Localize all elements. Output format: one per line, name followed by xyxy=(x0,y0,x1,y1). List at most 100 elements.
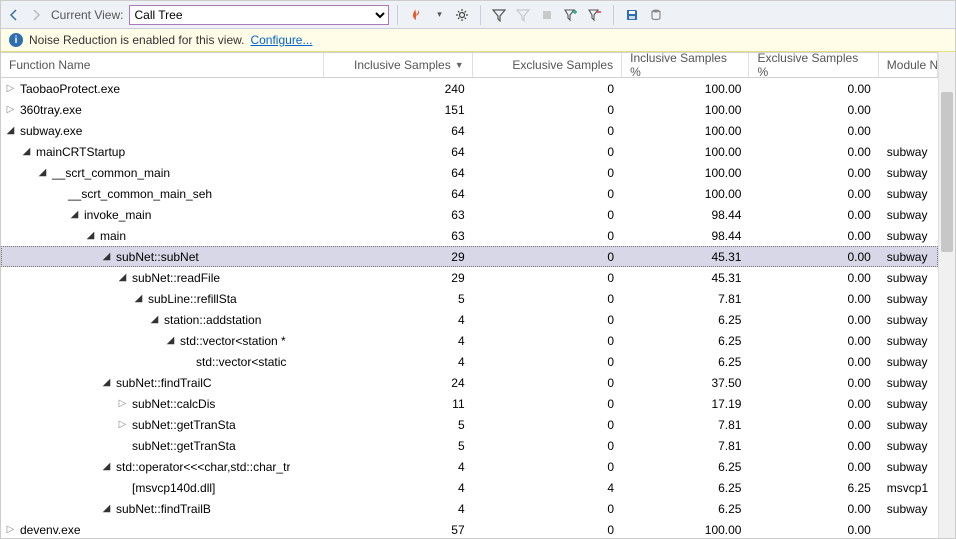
expander-open-icon[interactable]: ◢ xyxy=(37,167,48,178)
module-name: subway xyxy=(879,250,938,264)
expander-closed-icon[interactable]: ▷ xyxy=(117,398,128,409)
expander-closed-icon[interactable]: ▷ xyxy=(5,104,16,115)
save-icon xyxy=(625,8,639,22)
current-view-select[interactable]: Call Tree xyxy=(129,5,389,25)
expander-closed-icon[interactable]: ▷ xyxy=(5,83,16,94)
expander-closed-icon[interactable]: ▷ xyxy=(117,419,128,430)
nav-back-button[interactable] xyxy=(5,6,23,24)
expander-open-icon[interactable]: ◢ xyxy=(101,461,112,472)
inclusive-samples: 64 xyxy=(324,145,473,159)
expander-open-icon[interactable]: ◢ xyxy=(117,272,128,283)
tree-row[interactable]: ◢subNet::findTrailB406.250.00subway xyxy=(1,498,938,519)
tree-row[interactable]: ▷subNet::calcDis11017.190.00subway xyxy=(1,393,938,414)
export-button[interactable] xyxy=(646,5,666,25)
header-module-name[interactable]: Module N xyxy=(879,53,938,77)
function-name: subNet::getTranSta xyxy=(132,439,236,453)
header-inclusive-pct[interactable]: Inclusive Samples % xyxy=(622,53,749,77)
function-name: invoke_main xyxy=(84,208,151,222)
tree-row[interactable]: ▷__scrt_common_main_seh640100.000.00subw… xyxy=(1,183,938,204)
header-function-name[interactable]: Function Name xyxy=(1,53,324,77)
vertical-scrollbar[interactable] xyxy=(938,52,955,538)
column-headers: Function Name Inclusive Samples▼ Exclusi… xyxy=(1,52,938,78)
exclusive-samples: 0 xyxy=(473,103,622,117)
tree-row[interactable]: ◢subNet::subNet29045.310.00subway xyxy=(1,246,938,267)
tree-row[interactable]: ▷std::vector<static406.250.00subway xyxy=(1,351,938,372)
inclusive-pct: 6.25 xyxy=(622,334,749,348)
header-exclusive-samples[interactable]: Exclusive Samples xyxy=(473,53,622,77)
tree-row[interactable]: ◢station::addstation406.250.00subway xyxy=(1,309,938,330)
funnel-icon xyxy=(516,8,530,22)
inclusive-pct: 100.00 xyxy=(622,124,749,138)
exclusive-pct: 6.25 xyxy=(749,481,878,495)
exclusive-pct: 0.00 xyxy=(749,523,878,537)
inclusive-samples: 240 xyxy=(324,82,473,96)
filter-remove-button[interactable] xyxy=(585,5,605,25)
expander-closed-icon[interactable]: ▷ xyxy=(5,524,16,535)
exclusive-samples: 0 xyxy=(473,250,622,264)
separator xyxy=(613,5,614,25)
scrollbar-thumb[interactable] xyxy=(941,92,953,252)
tree-row[interactable]: ◢__scrt_common_main640100.000.00subway xyxy=(1,162,938,183)
flame-icon xyxy=(409,8,423,22)
tree-row[interactable]: ◢subway.exe640100.000.00 xyxy=(1,120,938,141)
function-name: std::vector<static xyxy=(196,355,286,369)
exclusive-pct: 0.00 xyxy=(749,418,878,432)
expander-open-icon[interactable]: ◢ xyxy=(133,293,144,304)
inclusive-pct: 6.25 xyxy=(622,460,749,474)
inclusive-pct: 7.81 xyxy=(622,292,749,306)
inclusive-samples: 57 xyxy=(324,523,473,537)
tree-row[interactable]: ▷[msvcp140d.dll]446.256.25msvcp1 xyxy=(1,477,938,498)
tree-row[interactable]: ▷360tray.exe1510100.000.00 xyxy=(1,99,938,120)
inclusive-pct: 100.00 xyxy=(622,145,749,159)
separator xyxy=(480,5,481,25)
tree-row[interactable]: ◢subNet::readFile29045.310.00subway xyxy=(1,267,938,288)
funnel-plus-icon xyxy=(564,8,578,22)
exclusive-samples: 0 xyxy=(473,145,622,159)
expander-open-icon[interactable]: ◢ xyxy=(101,377,112,388)
expander-open-icon[interactable]: ◢ xyxy=(21,146,32,157)
inclusive-pct: 100.00 xyxy=(622,166,749,180)
tree-row[interactable]: ◢std::operator<<<char,std::char_tr406.25… xyxy=(1,456,938,477)
expander-open-icon[interactable]: ◢ xyxy=(69,209,80,220)
nav-forward-button[interactable] xyxy=(27,6,45,24)
tree-row[interactable]: ◢subLine::refillSta507.810.00subway xyxy=(1,288,938,309)
header-inclusive-samples[interactable]: Inclusive Samples▼ xyxy=(324,53,472,77)
exclusive-samples: 4 xyxy=(473,481,622,495)
stop-button[interactable] xyxy=(537,5,557,25)
expander-open-icon[interactable]: ◢ xyxy=(101,503,112,514)
expander-open-icon[interactable]: ◢ xyxy=(101,251,112,262)
module-name: subway xyxy=(879,397,938,411)
configure-link[interactable]: Configure... xyxy=(250,33,312,47)
header-exclusive-pct[interactable]: Exclusive Samples % xyxy=(749,53,878,77)
tree-row[interactable]: ◢std::vector<station *406.250.00subway xyxy=(1,330,938,351)
expander-open-icon[interactable]: ◢ xyxy=(5,125,16,136)
filter-clear-button[interactable] xyxy=(513,5,533,25)
save-button[interactable] xyxy=(622,5,642,25)
exclusive-samples: 0 xyxy=(473,439,622,453)
tree-row[interactable]: ◢subNet::findTrailC24037.500.00subway xyxy=(1,372,938,393)
tree-row[interactable]: ▷devenv.exe570100.000.00 xyxy=(1,519,938,538)
tree-row[interactable]: ◢main63098.440.00subway xyxy=(1,225,938,246)
tree-row[interactable]: ◢invoke_main63098.440.00subway xyxy=(1,204,938,225)
exclusive-pct: 0.00 xyxy=(749,187,878,201)
exclusive-pct: 0.00 xyxy=(749,397,878,411)
tree-row[interactable]: ▷subNet::getTranSta507.810.00subway xyxy=(1,414,938,435)
filter-button[interactable] xyxy=(489,5,509,25)
info-icon: i xyxy=(9,33,23,47)
inclusive-pct: 6.25 xyxy=(622,313,749,327)
tree-row[interactable]: ▷subNet::getTranSta507.810.00subway xyxy=(1,435,938,456)
exclusive-samples: 0 xyxy=(473,271,622,285)
settings-button[interactable] xyxy=(452,5,472,25)
tree-row[interactable]: ▷TaobaoProtect.exe2400100.000.00 xyxy=(1,78,938,99)
exclusive-pct: 0.00 xyxy=(749,355,878,369)
expander-open-icon[interactable]: ◢ xyxy=(165,335,176,346)
expander-open-icon[interactable]: ◢ xyxy=(149,314,160,325)
hot-path-dropdown[interactable]: ▾ xyxy=(430,6,448,24)
expander-open-icon[interactable]: ◢ xyxy=(85,230,96,241)
filter-add-button[interactable] xyxy=(561,5,581,25)
module-name: subway xyxy=(879,187,938,201)
function-name: subNet::calcDis xyxy=(132,397,215,411)
hot-path-button[interactable] xyxy=(406,5,426,25)
exclusive-samples: 0 xyxy=(473,313,622,327)
tree-row[interactable]: ◢mainCRTStartup640100.000.00subway xyxy=(1,141,938,162)
